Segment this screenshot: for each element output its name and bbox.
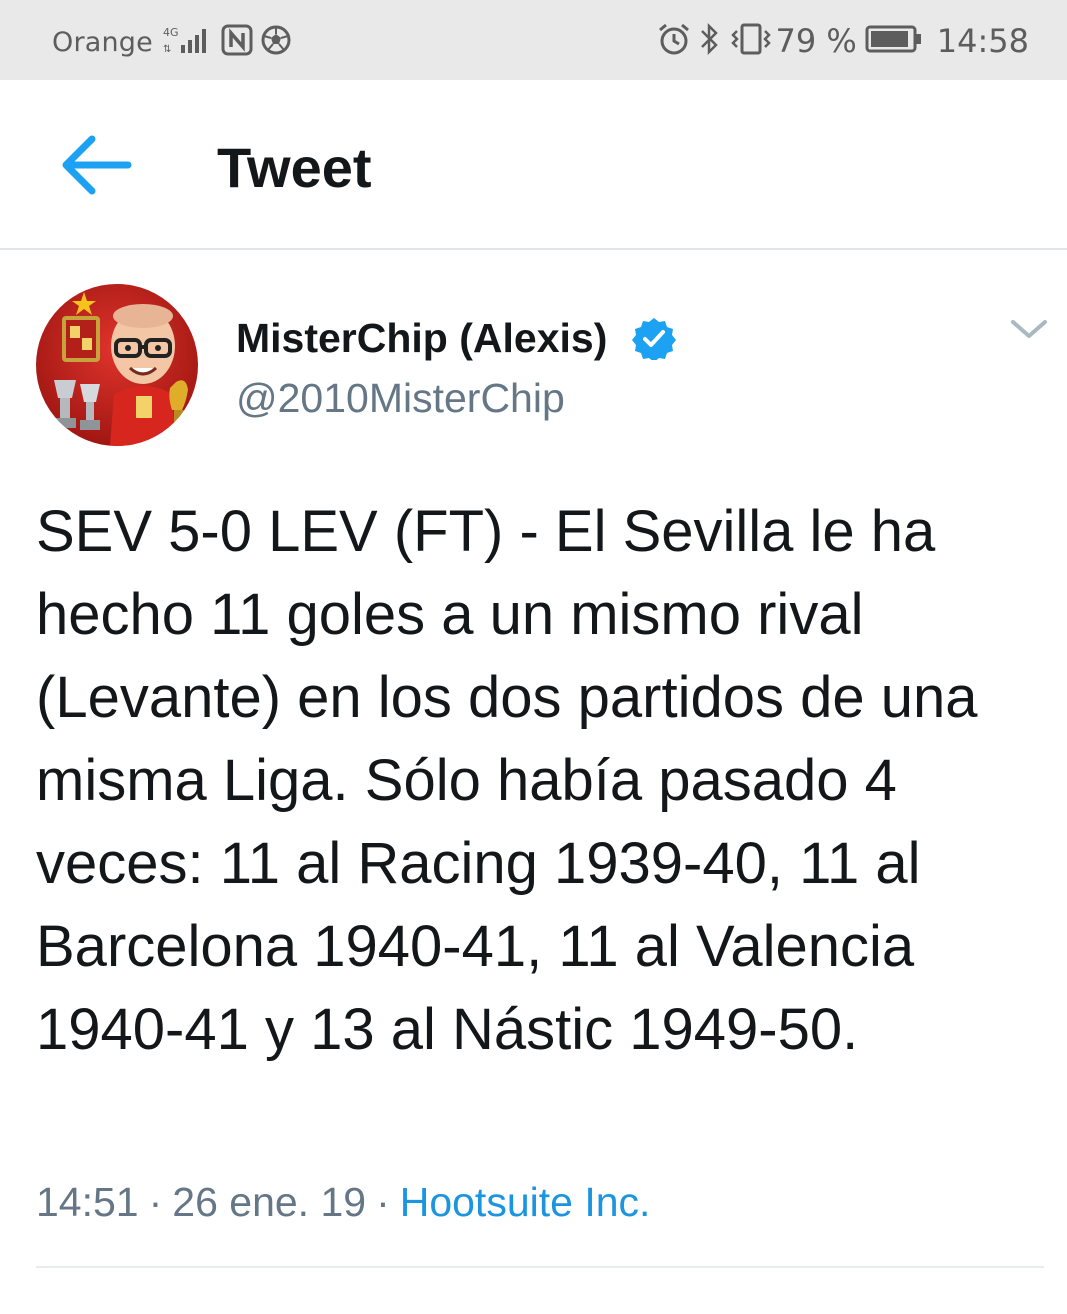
status-bar-right: 79 % 14:58: [649, 20, 1029, 62]
meta-separator: ·: [376, 1179, 390, 1225]
verified-badge-icon: [632, 316, 676, 362]
svg-text:⇅: ⇅: [163, 44, 171, 55]
page-title: Tweet: [217, 136, 372, 199]
football-app-icon: [261, 25, 291, 59]
vibrate-icon: [729, 22, 773, 60]
author-handle[interactable]: @2010MisterChip: [236, 374, 565, 422]
avatar[interactable]: [36, 284, 198, 446]
back-arrow-icon: [62, 135, 132, 195]
signal-icon: 4G ⇅: [161, 25, 213, 59]
network-type-label: 4G: [163, 26, 179, 39]
tweet-date: 26 ene. 19: [172, 1179, 367, 1225]
meta-separator: ·: [148, 1179, 163, 1225]
battery-icon: [865, 24, 923, 58]
bluetooth-icon: [699, 22, 721, 60]
tweet-menu-button[interactable]: [1008, 314, 1050, 344]
divider: [36, 1266, 1044, 1268]
tweet-author: MisterChip (Alexis) @2010MisterChip: [0, 280, 1067, 460]
status-bar: Orange 4G ⇅ 79 % 14:58: [0, 0, 1067, 80]
app-header: Tweet: [0, 80, 1067, 250]
author-display-name[interactable]: MisterChip (Alexis): [236, 314, 607, 362]
back-button[interactable]: [58, 130, 134, 200]
carrier-label: Orange: [52, 26, 153, 58]
clock: 14:58: [936, 22, 1029, 60]
tweet-text: SEV 5-0 LEV (FT) - El Sevilla le ha hech…: [36, 499, 978, 1062]
avatar-image: [36, 284, 198, 446]
status-bar-left: Orange 4G ⇅: [52, 22, 291, 62]
chevron-down-icon: [1011, 320, 1047, 338]
tweet-time: 14:51: [36, 1179, 139, 1225]
alarm-icon: [657, 22, 691, 60]
battery-percent: 79 %: [775, 22, 857, 60]
tweet-meta: 14:51 · 26 ene. 19 · Hootsuite Inc.: [36, 1172, 650, 1232]
tweet-source-link[interactable]: Hootsuite Inc.: [400, 1179, 651, 1225]
nfc-icon: [221, 24, 253, 60]
